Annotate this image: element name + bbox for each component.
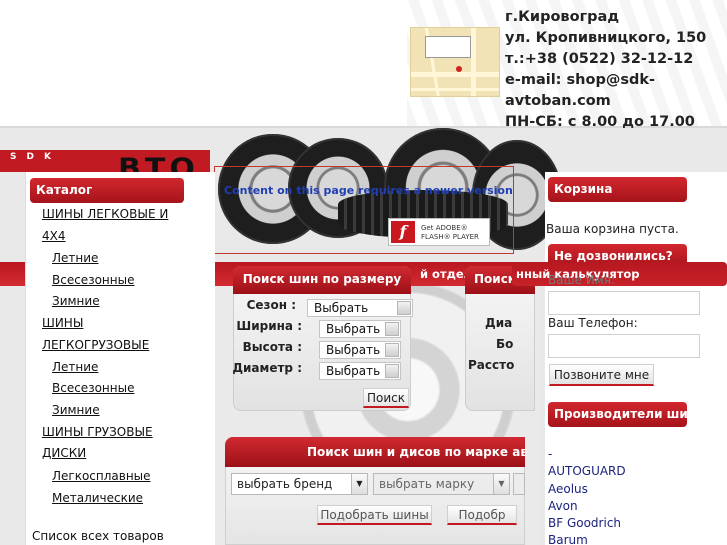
- catalog-item-lt-winter[interactable]: Зимние: [52, 403, 100, 417]
- dropdown-arrow-icon: ▼: [351, 474, 367, 494]
- flash-badge-line2: FLASH® PLAYER: [421, 233, 479, 241]
- catalog-item-lt-allseason[interactable]: Всесезонные: [52, 381, 134, 395]
- height-select-value: Выбрать: [326, 343, 381, 357]
- catalog-item-discs[interactable]: ДИСКИ: [42, 446, 86, 460]
- dropdown-arrow-icon: [385, 322, 399, 336]
- manufacturer-item[interactable]: Barum: [548, 533, 588, 545]
- flash-icon: f: [391, 221, 415, 243]
- catalog-item-truck[interactable]: ШИНЫ ГРУЗОВЫЕ: [42, 425, 153, 439]
- catalog-item-light-truck-2[interactable]: ЛЕГКОГРУЗОВЫЕ: [42, 338, 149, 352]
- location-map[interactable]: [410, 27, 500, 97]
- city: г.Кировоград: [505, 9, 620, 25]
- brand-search-title: Поиск шин и дисов по марке ав: [225, 437, 525, 467]
- catalog-item-4x4[interactable]: 4Х4: [42, 229, 66, 243]
- disc-label-distance: Рассто: [468, 358, 515, 372]
- phone-input[interactable]: [548, 334, 700, 358]
- contact-info: г.Кировоград ул. Кропивницкого, 150 т.:+…: [505, 7, 720, 133]
- size-search-title: Поиск шин по размеру: [233, 266, 411, 294]
- cart-header: Корзина: [548, 177, 687, 202]
- dropdown-arrow-icon: [385, 343, 399, 357]
- width-select-value: Выбрать: [326, 322, 381, 336]
- dropdown-arrow-icon: [385, 364, 399, 378]
- season-select[interactable]: Выбрать: [307, 299, 413, 317]
- flash-badge-line1: Get ADOBE®: [421, 224, 468, 232]
- width-select[interactable]: Выбрать: [319, 320, 401, 338]
- street-address: ул. Кропивницкого, 150: [505, 30, 707, 46]
- left-sidebar: [25, 172, 215, 545]
- diameter-select[interactable]: Выбрать: [319, 362, 401, 380]
- model-select[interactable]: выбрать марку ▼: [373, 473, 510, 495]
- catalog-item-winter[interactable]: Зимние: [52, 294, 100, 308]
- brand-select[interactable]: выбрать бренд ▼: [231, 473, 368, 495]
- find-discs-button[interactable]: Подобр: [447, 505, 517, 525]
- catalog-item-summer[interactable]: Летние: [52, 251, 98, 265]
- email-line1[interactable]: e-mail: shop@sdk-: [505, 70, 720, 91]
- email-line2[interactable]: avtoban.com: [505, 91, 720, 112]
- height-label: Высота :: [242, 340, 302, 354]
- catalog-item-lt-summer[interactable]: Летние: [52, 360, 98, 374]
- manufacturers-header: Производители шин: [548, 402, 696, 427]
- season-select-value: Выбрать: [314, 301, 369, 315]
- map-popup: [425, 36, 471, 58]
- diameter-label: Диаметр :: [232, 361, 302, 375]
- height-select[interactable]: Выбрать: [319, 341, 401, 359]
- season-label: Сезон :: [246, 298, 296, 312]
- phone: т.:+38 (0522) 32-12-12: [505, 51, 694, 67]
- disc-label-bolts: Бо: [496, 337, 514, 351]
- catalog-item-passenger[interactable]: ШИНЫ ЛЕГКОВЫЕ И: [42, 207, 168, 221]
- flash-message: Content on this page requires a newer ve…: [224, 184, 513, 197]
- dropdown-arrow-icon: [397, 301, 411, 315]
- catalog-item-light-truck[interactable]: ШИНЫ: [42, 316, 83, 330]
- model-select-value: выбрать марку: [379, 477, 475, 491]
- brand-select-value: выбрать бренд: [237, 477, 333, 491]
- catalog-item-alloy[interactable]: Легкосплавные: [52, 469, 151, 483]
- call-me-button[interactable]: Позвоните мне: [549, 364, 654, 386]
- manufacturer-item[interactable]: BF Goodrich: [548, 516, 621, 530]
- dropdown-arrow-icon: ▼: [493, 474, 509, 494]
- year-select[interactable]: [513, 473, 525, 495]
- map-marker-icon: [456, 66, 462, 72]
- catalog-header: Каталог: [30, 178, 184, 203]
- get-flash-player-badge[interactable]: f Get ADOBE® FLASH® PLAYER: [388, 218, 490, 246]
- manufacturer-item[interactable]: Aeolus: [548, 482, 588, 496]
- cart-empty-text: Ваша корзина пуста.: [546, 222, 679, 236]
- logo-small-text: SDK: [10, 152, 61, 162]
- diameter-select-value: Выбрать: [326, 364, 381, 378]
- catalog-item-allseason[interactable]: Всесезонные: [52, 273, 134, 287]
- phone-label: Ваш Телефон:: [548, 316, 638, 330]
- find-tires-button[interactable]: Подобрать шины: [317, 505, 432, 525]
- disc-label-diameter: Диа: [485, 316, 513, 330]
- manufacturer-item[interactable]: Avon: [548, 499, 578, 513]
- width-label: Ширина :: [236, 319, 302, 333]
- name-input[interactable]: [548, 291, 700, 315]
- calculator-band[interactable]: нный калькулятор: [512, 262, 727, 286]
- catalog-item-steel[interactable]: Металические: [52, 491, 143, 505]
- name-label: Ваше Имя:: [548, 273, 616, 287]
- manufacturer-item[interactable]: AUTOGUARD: [548, 464, 626, 478]
- manufacturer-item[interactable]: -: [548, 447, 552, 461]
- size-search-button[interactable]: Поиск: [363, 388, 409, 408]
- catalog-item-all-products[interactable]: Список всех товаров: [32, 529, 164, 543]
